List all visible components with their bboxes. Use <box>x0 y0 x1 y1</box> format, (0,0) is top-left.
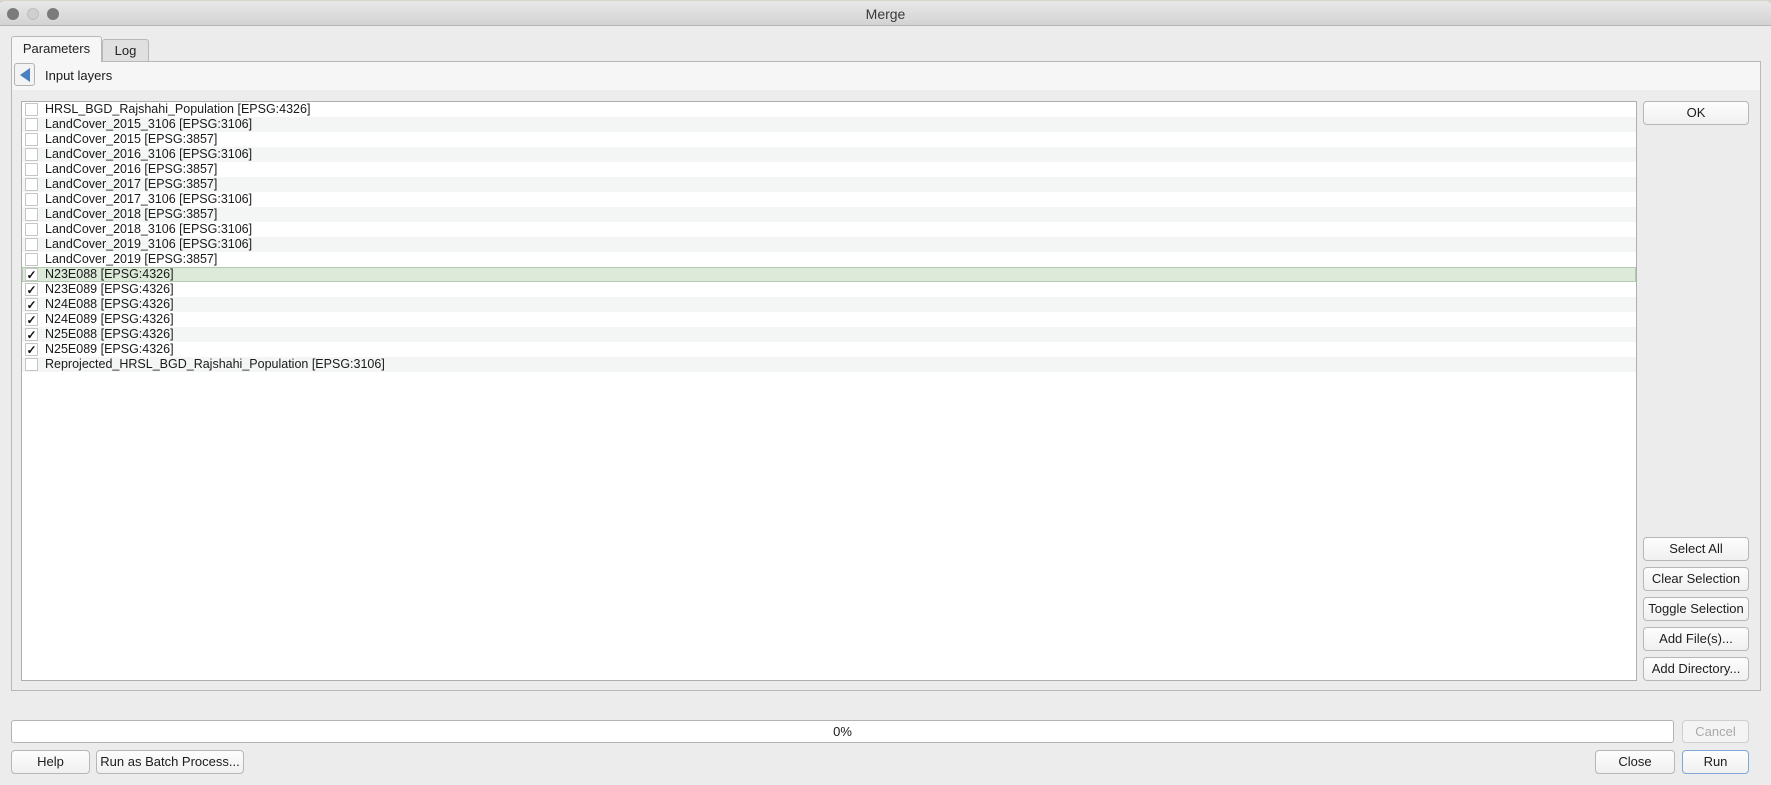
close-button[interactable]: Close <box>1595 750 1675 774</box>
progress-text: 0% <box>833 724 852 739</box>
section-title: Input layers <box>45 68 113 83</box>
layer-row[interactable]: ✓ N24E089 [EPSG:4326] <box>22 312 1636 327</box>
input-layers-header <box>12 62 1760 90</box>
layer-checkbox[interactable]: ✓ <box>25 328 38 341</box>
run-as-batch-button[interactable]: Run as Batch Process... <box>96 750 244 774</box>
layer-row[interactable]: LandCover_2016_3106 [EPSG:3106] <box>22 147 1636 162</box>
layer-checkbox[interactable] <box>25 223 38 236</box>
layer-label: LandCover_2019_3106 [EPSG:3106] <box>45 237 253 251</box>
layer-label: N24E089 [EPSG:4326] <box>45 312 174 326</box>
layer-label: LandCover_2015_3106 [EPSG:3106] <box>45 117 253 131</box>
layer-row[interactable]: LandCover_2015_3106 [EPSG:3106] <box>22 117 1636 132</box>
layer-checkbox[interactable] <box>25 148 38 161</box>
layer-label: LandCover_2017 [EPSG:3857] <box>45 177 218 191</box>
layer-checkbox[interactable] <box>25 133 38 146</box>
clear-selection-button[interactable]: Clear Selection <box>1643 567 1749 591</box>
checkmark-icon: ✓ <box>26 328 37 342</box>
layer-checkbox[interactable] <box>25 238 38 251</box>
tab-parameters[interactable]: Parameters <box>11 36 102 62</box>
layer-label: N23E089 [EPSG:4326] <box>45 282 174 296</box>
add-files-button[interactable]: Add File(s)... <box>1643 627 1749 651</box>
ok-button[interactable]: OK <box>1643 101 1749 125</box>
layer-checkbox[interactable]: ✓ <box>25 298 38 311</box>
layer-label: LandCover_2018_3106 [EPSG:3106] <box>45 222 253 236</box>
checkmark-icon: ✓ <box>26 343 37 357</box>
progress-bar: 0% <box>11 720 1674 743</box>
layer-label: LandCover_2019 [EPSG:3857] <box>45 252 218 266</box>
checkmark-icon: ✓ <box>26 298 37 312</box>
layer-checkbox[interactable] <box>25 208 38 221</box>
window-title: Merge <box>865 6 906 22</box>
layer-label: N24E088 [EPSG:4326] <box>45 297 174 311</box>
layer-label: N25E088 [EPSG:4326] <box>45 327 174 341</box>
checkmark-icon: ✓ <box>26 283 37 297</box>
tab-log[interactable]: Log <box>102 39 149 61</box>
layer-row[interactable]: LandCover_2018 [EPSG:3857] <box>22 207 1636 222</box>
layer-checkbox[interactable] <box>25 253 38 266</box>
layer-checkbox[interactable]: ✓ <box>25 283 38 296</box>
layer-label: HRSL_BGD_Rajshahi_Population [EPSG:4326] <box>45 102 311 116</box>
layer-label: LandCover_2018 [EPSG:3857] <box>45 207 218 221</box>
layer-row[interactable]: ✓ N24E088 [EPSG:4326] <box>22 297 1636 312</box>
layer-label: LandCover_2017_3106 [EPSG:3106] <box>45 192 253 206</box>
layer-row[interactable]: LandCover_2016 [EPSG:3857] <box>22 162 1636 177</box>
checkmark-icon: ✓ <box>26 268 37 282</box>
layer-checkbox[interactable] <box>25 118 38 131</box>
layer-row[interactable]: LandCover_2017 [EPSG:3857] <box>22 177 1636 192</box>
layer-label: N23E088 [EPSG:4326] <box>45 267 174 281</box>
layer-row[interactable]: ✓ N23E088 [EPSG:4326] <box>22 267 1636 282</box>
run-button[interactable]: Run <box>1682 750 1749 774</box>
layer-checkbox[interactable]: ✓ <box>25 343 38 356</box>
back-button[interactable] <box>14 63 35 86</box>
layer-label: LandCover_2016 [EPSG:3857] <box>45 162 218 176</box>
layer-row[interactable]: LandCover_2019 [EPSG:3857] <box>22 252 1636 267</box>
layer-row[interactable]: LandCover_2018_3106 [EPSG:3106] <box>22 222 1636 237</box>
layer-row[interactable]: LandCover_2015 [EPSG:3857] <box>22 132 1636 147</box>
layer-row[interactable]: HRSL_BGD_Rajshahi_Population [EPSG:4326] <box>22 102 1636 117</box>
layer-checkbox[interactable] <box>25 103 38 116</box>
add-directory-button[interactable]: Add Directory... <box>1643 657 1749 681</box>
layer-label: N25E089 [EPSG:4326] <box>45 342 174 356</box>
layer-row[interactable]: Reprojected_HRSL_BGD_Rajshahi_Population… <box>22 357 1636 372</box>
layer-checkbox[interactable] <box>25 193 38 206</box>
layer-label: Reprojected_HRSL_BGD_Rajshahi_Population… <box>45 357 385 371</box>
layer-row[interactable]: LandCover_2017_3106 [EPSG:3106] <box>22 192 1636 207</box>
layer-label: LandCover_2015 [EPSG:3857] <box>45 132 218 146</box>
layer-checkbox[interactable] <box>25 163 38 176</box>
window-titlebar: Merge <box>0 1 1771 26</box>
toggle-selection-button[interactable]: Toggle Selection <box>1643 597 1749 621</box>
checkmark-icon: ✓ <box>26 313 37 327</box>
input-layers-list[interactable]: HRSL_BGD_Rajshahi_Population [EPSG:4326]… <box>21 101 1637 681</box>
layer-checkbox[interactable]: ✓ <box>25 313 38 326</box>
cancel-button[interactable]: Cancel <box>1682 720 1749 743</box>
layer-row[interactable]: ✓ N25E089 [EPSG:4326] <box>22 342 1636 357</box>
layer-checkbox[interactable] <box>25 358 38 371</box>
layer-row[interactable]: ✓ N25E088 [EPSG:4326] <box>22 327 1636 342</box>
layer-label: LandCover_2016_3106 [EPSG:3106] <box>45 147 253 161</box>
help-button[interactable]: Help <box>11 750 90 774</box>
back-arrow-icon <box>20 68 30 82</box>
layer-checkbox[interactable]: ✓ <box>25 268 38 281</box>
layer-row[interactable]: LandCover_2019_3106 [EPSG:3106] <box>22 237 1636 252</box>
select-all-button[interactable]: Select All <box>1643 537 1749 561</box>
layer-checkbox[interactable] <box>25 178 38 191</box>
layer-row[interactable]: ✓ N23E089 [EPSG:4326] <box>22 282 1636 297</box>
